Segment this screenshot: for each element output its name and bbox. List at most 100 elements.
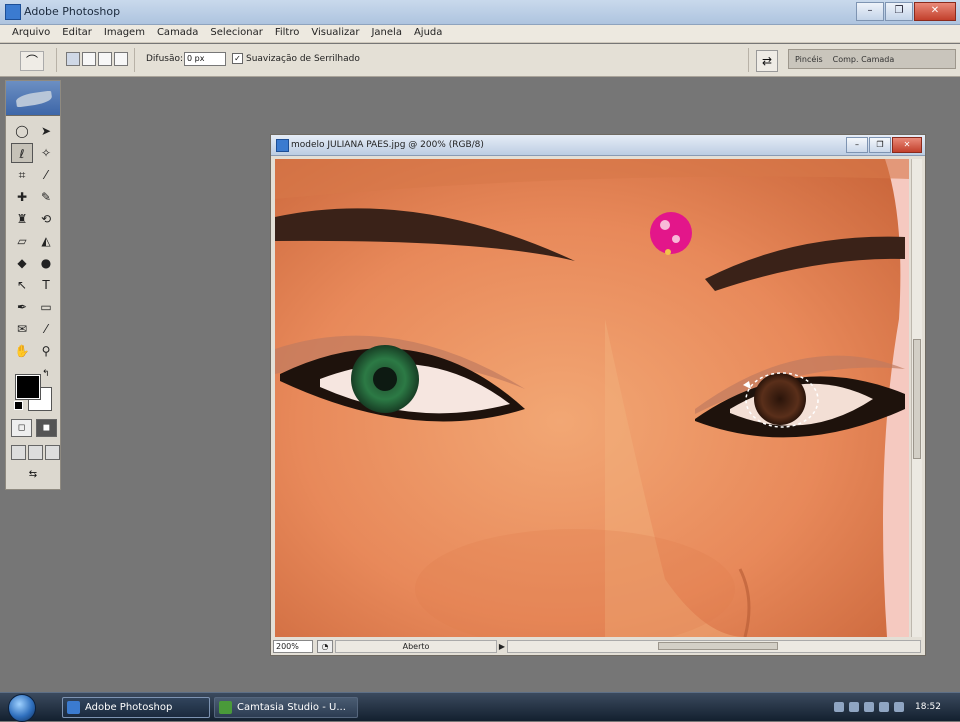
status-arrow-icon[interactable]: ▶ (497, 642, 507, 651)
start-button[interactable] (8, 694, 36, 722)
menu-arquivo[interactable]: Arquivo (6, 25, 56, 42)
full-screen-menu-button[interactable] (28, 445, 43, 460)
eyedropper-tool-icon[interactable]: ⁄ (35, 319, 57, 339)
path-selection-tool-icon[interactable]: ↖ (11, 275, 33, 295)
dodge-tool-icon[interactable]: ● (35, 253, 57, 273)
zoom-field[interactable]: 200% (273, 639, 313, 653)
tool-grid: ◯ ➤ ℓ ✧ ⌗ ⁄ ✚ ✎ ♜ ⟲ ▱ ◭ ◆ ● ↖ T ✒ ▭ ✉ ⁄ … (11, 121, 57, 361)
hand-tool-icon[interactable]: ✋ (11, 341, 33, 361)
slice-tool-icon[interactable]: ⁄ (35, 165, 57, 185)
type-tool-icon[interactable]: T (35, 275, 57, 295)
menu-selecionar[interactable]: Selecionar (204, 25, 268, 42)
feather-input[interactable]: 0 px (184, 52, 226, 66)
eraser-tool-icon[interactable]: ▱ (11, 231, 33, 251)
foreground-color-swatch[interactable] (15, 374, 41, 400)
bridge-icon[interactable]: ⇄ (756, 50, 778, 72)
standard-mode-button[interactable]: ◻ (11, 419, 32, 437)
title-bar: Adobe Photoshop – ❐ ✕ (0, 0, 960, 25)
menu-filtro[interactable]: Filtro (269, 25, 306, 42)
menu-imagem[interactable]: Imagem (98, 25, 151, 42)
menu-ajuda[interactable]: Ajuda (408, 25, 448, 42)
lasso-tool-icon[interactable]: ℓ (11, 143, 33, 163)
right-iris (754, 373, 806, 425)
magic-wand-tool-icon[interactable]: ✧ (35, 143, 57, 163)
healing-brush-tool-icon[interactable]: ✚ (11, 187, 33, 207)
doc-close-button[interactable]: ✕ (892, 137, 922, 153)
doc-minimize-button[interactable]: – (846, 137, 868, 153)
document-icon (276, 139, 289, 152)
camtasia-task-icon (219, 701, 232, 714)
minimize-button[interactable]: – (856, 2, 884, 21)
window-title: Adobe Photoshop (24, 5, 121, 18)
language-icon[interactable] (879, 702, 889, 712)
vertical-scrollbar[interactable] (911, 159, 922, 637)
menu-editar[interactable]: Editar (56, 25, 98, 42)
horizontal-scrollbar[interactable] (507, 639, 921, 653)
brush-tool-icon[interactable]: ✎ (35, 187, 57, 207)
move-tool-icon[interactable]: ➤ (35, 121, 57, 141)
system-tray: 18:52 (828, 693, 960, 721)
intersect-selection-icon[interactable] (114, 52, 128, 66)
antialias-checkbox[interactable]: ✓ (232, 53, 243, 64)
feather-label: Difusão: (146, 54, 184, 64)
screen-mode-row (11, 445, 60, 460)
menu-visualizar[interactable]: Visualizar (305, 25, 365, 42)
palette-tab-layer-comps[interactable]: Comp. Camada (833, 55, 895, 64)
notes-tool-icon[interactable]: ✉ (11, 319, 33, 339)
tray-arrow-icon[interactable] (834, 702, 844, 712)
toolbox-header (6, 81, 60, 116)
options-separator (134, 48, 135, 72)
history-brush-tool-icon[interactable]: ⟲ (35, 209, 57, 229)
taskbar-camtasia[interactable]: Camtasia Studio - U... (214, 697, 358, 718)
status-menu-icon[interactable]: ◔ (317, 639, 333, 653)
clone-stamp-tool-icon[interactable]: ♜ (11, 209, 33, 229)
menu-bar: Arquivo Editar Imagem Camada Selecionar … (0, 25, 960, 43)
crop-tool-icon[interactable]: ⌗ (11, 165, 33, 185)
taskbar: Adobe Photoshop Camtasia Studio - U... 1… (0, 692, 960, 722)
standard-screen-button[interactable] (11, 445, 26, 460)
volume-icon[interactable] (849, 702, 859, 712)
taskbar-photoshop[interactable]: Adobe Photoshop (62, 697, 210, 718)
new-selection-icon[interactable] (66, 52, 80, 66)
document-title: modelo JULIANA PAES.jpg @ 200% (RGB/8) (291, 140, 484, 150)
vertical-scroll-thumb[interactable] (913, 339, 921, 459)
taskbar-camtasia-label: Camtasia Studio - U... (237, 702, 346, 713)
swap-colors-icon[interactable]: ↰ (42, 369, 50, 379)
menu-camada[interactable]: Camada (151, 25, 204, 42)
pen-tool-icon[interactable]: ✒ (11, 297, 33, 317)
security-icon[interactable] (894, 702, 904, 712)
full-screen-button[interactable] (45, 445, 60, 460)
bindi (650, 212, 692, 254)
paint-bucket-tool-icon[interactable]: ◭ (35, 231, 57, 251)
doc-maximize-button[interactable]: ❐ (869, 137, 891, 153)
zoom-tool-icon[interactable]: ⚲ (35, 341, 57, 361)
default-colors-icon[interactable] (14, 401, 23, 410)
marquee-tool-icon[interactable]: ◯ (11, 121, 33, 141)
options-separator (748, 48, 749, 72)
document-status-bar: 200% ◔ Aberto ▶ (273, 639, 921, 653)
clock[interactable]: 18:52 (915, 702, 941, 712)
edit-mode-row: ◻ ◼ (11, 419, 57, 437)
document-title-bar: modelo JULIANA PAES.jpg @ 200% (RGB/8) –… (271, 135, 925, 156)
menu-janela[interactable]: Janela (365, 25, 407, 42)
palette-well: Pincéis Comp. Camada (788, 49, 956, 69)
subtract-selection-icon[interactable] (98, 52, 112, 66)
shape-tool-icon[interactable]: ▭ (35, 297, 57, 317)
photoshop-app-icon (5, 4, 21, 20)
network-icon[interactable] (864, 702, 874, 712)
document-window: modelo JULIANA PAES.jpg @ 200% (RGB/8) –… (270, 134, 926, 656)
close-button[interactable]: ✕ (914, 2, 956, 21)
jump-to-imageready-icon[interactable]: ⇆ (16, 467, 50, 483)
taskbar-photoshop-label: Adobe Photoshop (85, 702, 173, 713)
blur-tool-icon[interactable]: ◆ (11, 253, 33, 273)
palette-tab-brushes[interactable]: Pincéis (795, 55, 823, 64)
horizontal-scroll-thumb[interactable] (658, 641, 778, 650)
status-info: Aberto (335, 639, 497, 653)
add-selection-icon[interactable] (82, 52, 96, 66)
tool-preset-picker-icon[interactable]: ⌒ (20, 51, 44, 71)
maximize-button[interactable]: ❐ (885, 2, 913, 21)
photoshop-feather-logo (15, 90, 53, 108)
window-controls: – ❐ ✕ (856, 2, 956, 21)
image-canvas[interactable] (275, 159, 909, 637)
quick-mask-mode-button[interactable]: ◼ (36, 419, 57, 437)
